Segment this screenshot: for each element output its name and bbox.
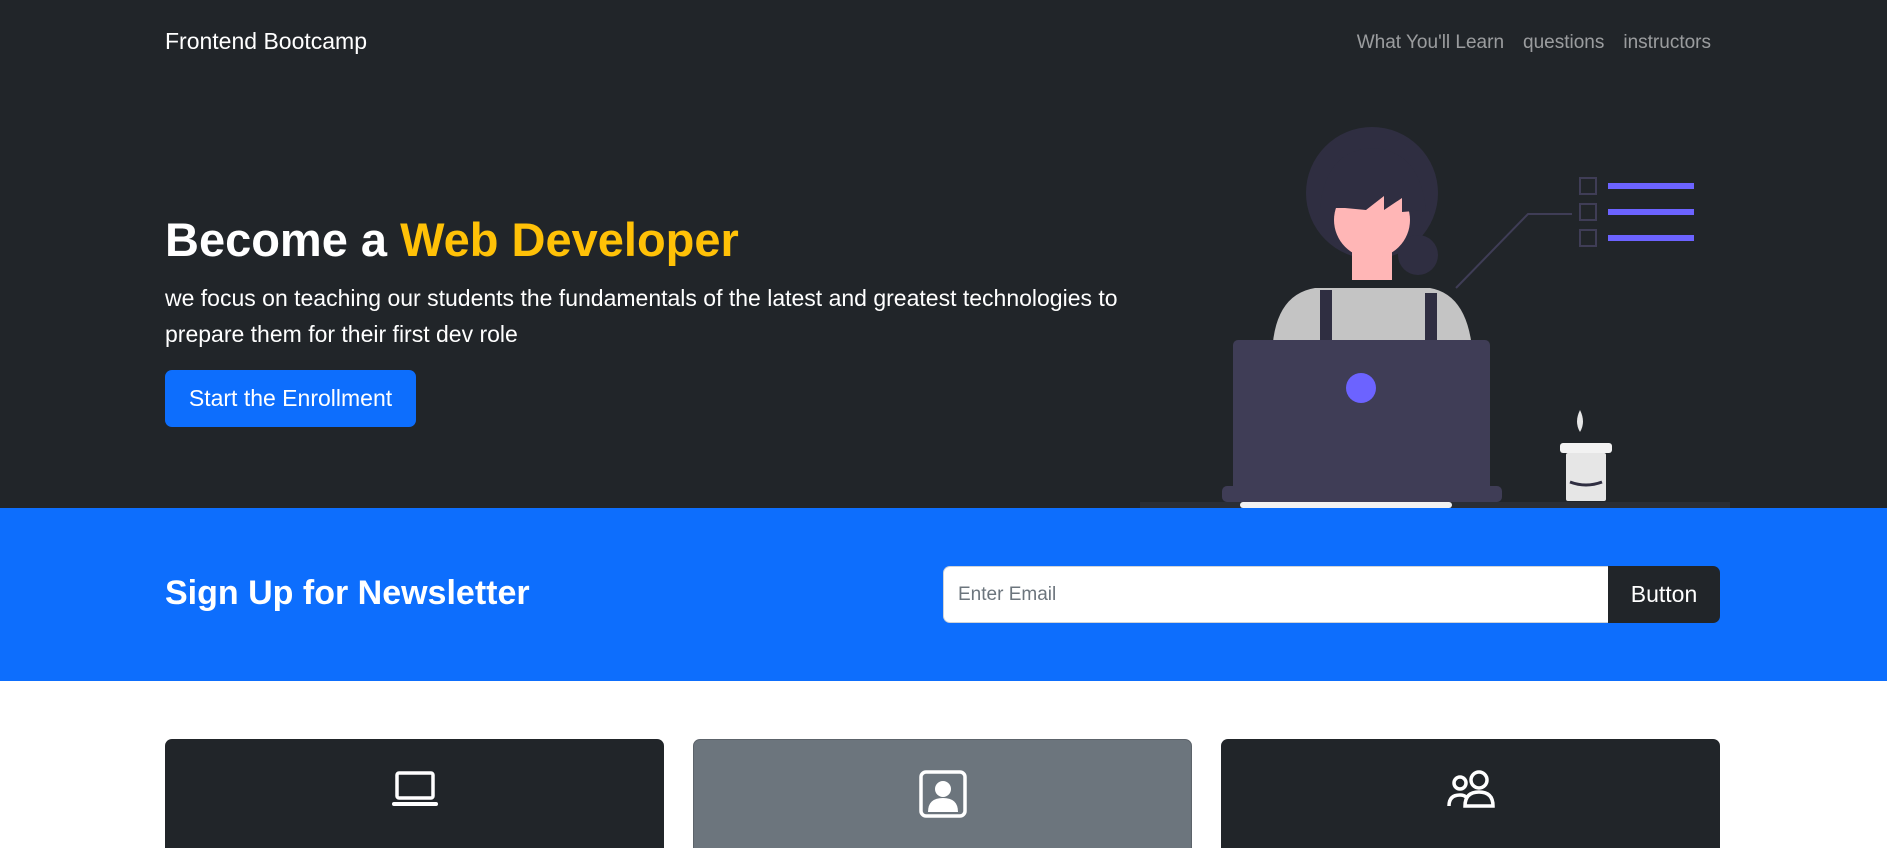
- hero-subtitle: we focus on teaching our students the fu…: [165, 285, 1118, 347]
- developer-illustration: [1140, 127, 1730, 508]
- checklist-line-1: [1608, 183, 1694, 189]
- checkbox-1: [1579, 177, 1597, 195]
- hero-section: Frontend Bootcamp What You'll Learn ques…: [0, 0, 1887, 508]
- email-input[interactable]: [943, 566, 1608, 623]
- hero-title-accent: Web Developer: [400, 213, 739, 266]
- checklist-line-2: [1608, 209, 1694, 215]
- newsletter-submit-button[interactable]: Button: [1608, 566, 1720, 623]
- hero-title: Become a Web Developer: [165, 212, 739, 267]
- checkbox-2: [1579, 203, 1597, 221]
- hair-bun: [1398, 235, 1438, 275]
- feature-card-2: [693, 739, 1192, 848]
- checklist-line-3: [1608, 235, 1694, 241]
- newsletter-section: Sign Up for Newsletter Button: [0, 508, 1887, 681]
- feature-card-3: [1221, 739, 1720, 848]
- person-square-icon: [918, 770, 967, 823]
- start-enrollment-button[interactable]: Start the Enrollment: [165, 370, 416, 427]
- checkbox-3: [1579, 229, 1597, 247]
- laptop-base: [1222, 486, 1502, 502]
- navbar-brand[interactable]: Frontend Bootcamp: [165, 28, 367, 55]
- hero-title-prefix: Become a: [165, 213, 388, 266]
- nav-link-what-youll-learn[interactable]: What You'll Learn: [1357, 32, 1504, 54]
- connector-line: [1455, 213, 1572, 289]
- people-icon: [1446, 769, 1496, 814]
- navbar-links: What You'll Learn questions instructors: [1357, 32, 1711, 54]
- nav-link-instructors[interactable]: instructors: [1623, 32, 1711, 54]
- laptop-icon: [391, 769, 439, 814]
- feature-card-1: [165, 739, 664, 848]
- laptop-logo: [1346, 373, 1376, 403]
- steam: [1577, 410, 1583, 432]
- cup: [1566, 453, 1606, 501]
- laptop-screen: [1233, 340, 1490, 498]
- newsletter-title: Sign Up for Newsletter: [165, 574, 530, 612]
- cup-lid: [1560, 443, 1612, 453]
- nav-link-questions[interactable]: questions: [1523, 32, 1604, 54]
